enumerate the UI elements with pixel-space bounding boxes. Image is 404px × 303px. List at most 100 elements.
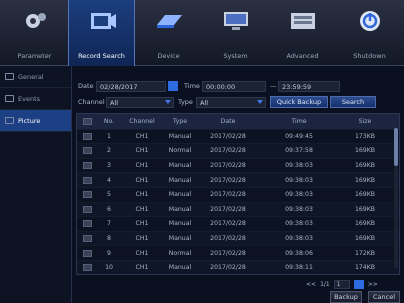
cell-time: 09:38:03: [285, 205, 313, 213]
table-row[interactable]: 3 CH1 Manual 2017/02/28 09:38:03 169KB: [77, 157, 399, 173]
row-checkbox[interactable]: [77, 235, 97, 243]
header-type: Type: [172, 117, 188, 125]
calendar-icon[interactable]: [168, 81, 178, 91]
power-icon: [353, 8, 387, 34]
search-button[interactable]: Search: [330, 96, 376, 108]
table-row[interactable]: 8 CH1 Manual 2017/02/28 09:38:03 169KB: [77, 230, 399, 246]
channel-value: All: [110, 98, 119, 107]
go-page-button[interactable]: [353, 279, 364, 289]
next-page-button[interactable]: >>: [368, 281, 378, 288]
cell-time: 09:38:03: [285, 176, 313, 184]
cell-size: 169KB: [354, 176, 376, 184]
sidebar-item-events[interactable]: Events: [0, 88, 71, 110]
sub-menu-panel: General Events Picture: [0, 66, 72, 303]
cell-type: Manual: [168, 220, 192, 228]
sidebar-item-picture[interactable]: Picture: [0, 110, 71, 132]
tab-system[interactable]: System: [202, 0, 269, 66]
tab-label: System: [223, 52, 248, 60]
quick-backup-button[interactable]: Quick Backup: [270, 96, 328, 108]
select-all-checkbox[interactable]: [77, 117, 97, 125]
pager: << 1/1 1 >>: [306, 278, 378, 290]
row-checkbox[interactable]: [77, 147, 97, 155]
table-scrollbar[interactable]: [394, 128, 398, 268]
row-checkbox[interactable]: [77, 176, 97, 184]
action-buttons: Backup Cancel: [330, 291, 400, 303]
cell-size: 169KB: [354, 220, 376, 228]
table-row[interactable]: 7 CH1 Manual 2017/02/28 09:38:03 169KB: [77, 216, 399, 231]
sidebar-item-general[interactable]: General: [0, 66, 71, 88]
header-size: Size: [358, 117, 372, 125]
date-field[interactable]: 02/28/2017: [96, 81, 166, 92]
page-input[interactable]: 1: [333, 279, 350, 289]
cell-no: 5: [107, 191, 111, 199]
channel-select[interactable]: All: [106, 97, 174, 108]
results-table: No. Channel Type Date Time Size 1 CH1 Manu…: [76, 113, 400, 275]
list-icon: [5, 73, 14, 80]
monitor-icon: [219, 8, 253, 34]
type-label: Type: [178, 98, 193, 106]
cell-type: Manual: [168, 191, 192, 199]
cell-time: 09:49:45: [285, 132, 313, 140]
end-time-field[interactable]: 23:59:59: [278, 81, 340, 92]
backup-button[interactable]: Backup: [330, 291, 362, 303]
row-checkbox[interactable]: [77, 249, 97, 257]
cell-size: 173KB: [354, 132, 376, 140]
tab-device[interactable]: Device: [135, 0, 202, 66]
time-separator: —: [270, 82, 277, 90]
page-indicator: 1/1: [320, 280, 330, 288]
cell-channel: CH1: [135, 205, 149, 213]
row-checkbox[interactable]: [77, 205, 97, 213]
list-icon: [5, 95, 14, 102]
row-checkbox[interactable]: [77, 162, 97, 170]
row-checkbox[interactable]: [77, 264, 97, 272]
cell-time: 09:38:11: [285, 264, 313, 272]
row-checkbox[interactable]: [77, 191, 97, 199]
chevron-down-icon: [257, 100, 263, 104]
cell-size: 174KB: [354, 264, 376, 272]
cell-channel: CH1: [135, 176, 149, 184]
cell-date: 2017/02/28: [210, 176, 246, 184]
cell-no: 8: [107, 235, 111, 243]
sidebar-item-label: Picture: [18, 116, 41, 125]
cell-size: 169KB: [354, 191, 376, 199]
table-row[interactable]: 5 CH1 Manual 2017/02/28 09:38:03 169KB: [77, 186, 399, 202]
video-camera-icon: [85, 8, 119, 34]
tab-advanced[interactable]: Advanced: [269, 0, 336, 66]
top-navigation-bar: Parameter Record Search Device System Advanc…: [0, 0, 404, 66]
cell-size: 169KB: [354, 205, 376, 213]
scroll-thumb[interactable]: [394, 128, 398, 166]
cell-type: Normal: [168, 249, 192, 257]
cell-size: 172KB: [354, 249, 376, 257]
cell-date: 2017/02/28: [210, 132, 246, 140]
cell-size: 169KB: [354, 235, 376, 243]
cell-time: 09:38:06: [285, 249, 313, 257]
date-label: Date: [78, 82, 94, 90]
header-date: Date: [220, 117, 236, 125]
cell-channel: CH1: [135, 220, 149, 228]
tab-label: Parameter: [17, 52, 52, 60]
table-row[interactable]: 10 CH1 Manual 2017/02/28 09:38:11 174KB: [77, 259, 399, 274]
cell-channel: CH1: [135, 147, 149, 155]
table-row[interactable]: 6 CH1 Manual 2017/02/28 09:38:03 169KB: [77, 201, 399, 217]
table-row[interactable]: 1 CH1 Manual 2017/02/28 09:49:45 173KB: [77, 128, 399, 144]
prev-page-button[interactable]: <<: [306, 281, 316, 288]
table-row[interactable]: 9 CH1 Normal 2017/02/28 09:38:06 172KB: [77, 245, 399, 260]
cell-channel: CH1: [135, 264, 149, 272]
start-time-field[interactable]: 00:00:00: [202, 81, 266, 92]
type-select[interactable]: All: [196, 97, 266, 108]
cell-no: 10: [105, 264, 113, 272]
keyboard-icon: [286, 8, 320, 34]
row-checkbox[interactable]: [77, 220, 97, 228]
row-checkbox[interactable]: [77, 132, 97, 140]
table-row[interactable]: 2 CH1 Normal 2017/02/28 09:37:58 169KB: [77, 143, 399, 158]
tab-record-search[interactable]: Record Search: [68, 0, 135, 66]
cancel-button[interactable]: Cancel: [368, 291, 400, 303]
sidebar-item-label: General: [18, 72, 44, 81]
tab-shutdown[interactable]: Shutdown: [336, 0, 403, 66]
tab-parameter[interactable]: Parameter: [1, 0, 68, 66]
table-row[interactable]: 4 CH1 Manual 2017/02/28 09:38:03 169KB: [77, 172, 399, 187]
cell-no: 4: [107, 176, 111, 184]
cell-type: Manual: [168, 264, 192, 272]
cell-no: 6: [107, 205, 111, 213]
cell-no: 7: [107, 220, 111, 228]
